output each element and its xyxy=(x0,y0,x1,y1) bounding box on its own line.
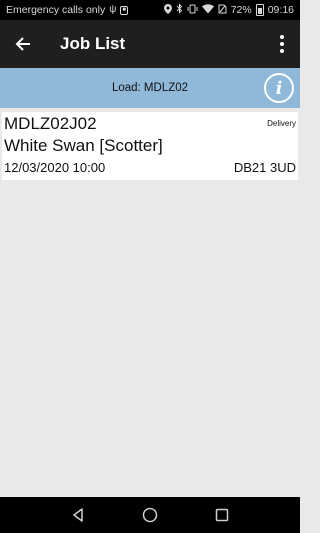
arrow-back-icon xyxy=(15,37,30,51)
status-bar: Emergency calls only ψ ■ 72% 09:16 xyxy=(0,0,300,20)
usb-icon: ψ xyxy=(109,4,117,15)
load-header: Load: MDLZ02 i xyxy=(0,68,300,108)
status-right: 72% 09:16 xyxy=(163,3,294,17)
nav-back-button[interactable] xyxy=(66,503,90,527)
job-type: Delivery xyxy=(267,119,296,128)
load-label: Load: MDLZ02 xyxy=(111,82,189,94)
back-button[interactable] xyxy=(0,20,46,68)
more-vert-icon-dot xyxy=(280,35,284,39)
no-sim-icon xyxy=(218,4,227,17)
system-nav-bar xyxy=(0,497,300,533)
wifi-icon xyxy=(201,3,214,17)
job-customer: White Swan [Scotter] xyxy=(4,136,163,155)
page-title: Job List xyxy=(60,34,126,53)
overflow-menu-button[interactable] xyxy=(264,20,300,68)
home-circle-icon xyxy=(142,507,158,523)
back-triangle-icon xyxy=(73,508,83,522)
info-button[interactable]: i xyxy=(264,73,294,103)
carrier-text: Emergency calls only xyxy=(6,4,106,16)
more-vert-icon-dot xyxy=(280,42,284,46)
sim-icon: ■ xyxy=(120,5,128,15)
more-vert-icon-dot xyxy=(280,49,284,53)
location-icon xyxy=(163,3,172,17)
bluetooth-icon xyxy=(176,3,183,17)
job-list-item[interactable]: MDLZ02J02 Delivery White Swan [Scotter] … xyxy=(2,112,298,180)
status-left: Emergency calls only ψ ■ xyxy=(6,4,128,16)
app-bar: Job List xyxy=(0,20,300,68)
job-datetime: 12/03/2020 10:00 xyxy=(4,160,106,175)
nav-home-button[interactable] xyxy=(138,503,162,527)
info-icon: i xyxy=(275,77,283,99)
nav-recents-button[interactable] xyxy=(210,503,234,527)
job-reference: MDLZ02J02 xyxy=(4,114,97,133)
status-time: 09:16 xyxy=(267,4,294,16)
job-postcode: DB21 3UD xyxy=(233,160,296,175)
battery-icon xyxy=(255,4,264,16)
recents-square-icon xyxy=(215,508,229,522)
battery-percent: 72% xyxy=(230,4,252,16)
vibrate-icon xyxy=(187,4,198,17)
